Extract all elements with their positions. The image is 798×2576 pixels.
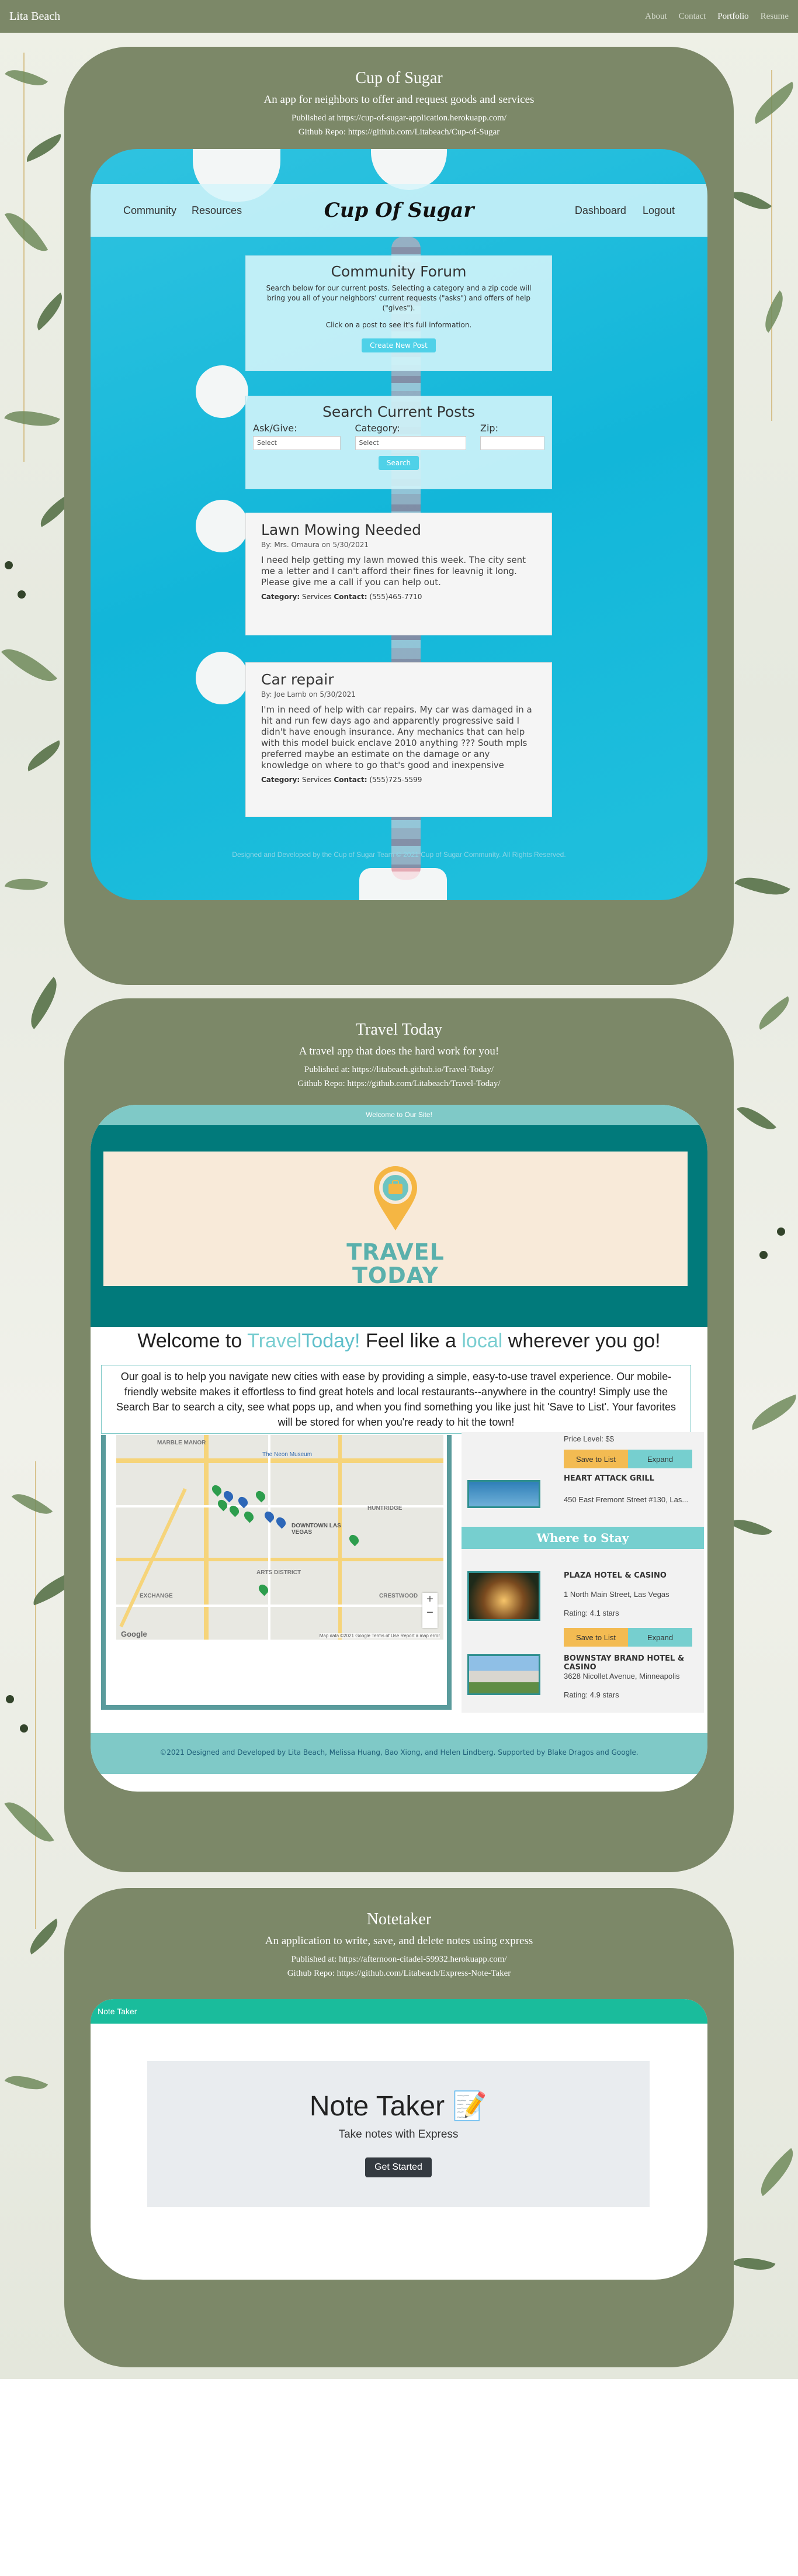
hotel-image	[467, 1654, 540, 1695]
tt-welcome-bar: Welcome to Our Site!	[91, 1105, 707, 1125]
hotel-result: PLAZA HOTEL & CASINO 1 North Main Street…	[462, 1555, 704, 1660]
cos-nav-community[interactable]: Community	[123, 205, 176, 217]
price-level: Price Level: $$	[564, 1434, 614, 1443]
map-zoom-controls: + −	[422, 1593, 438, 1628]
results-panel: Price Level: $$ Save to List Expand HEAR…	[462, 1432, 704, 1713]
tt-footer: ©2021 Designed and Developed by Lita Bea…	[91, 1733, 707, 1774]
zoom-out-button[interactable]: −	[422, 1606, 438, 1620]
cos-nav-logout[interactable]: Logout	[643, 205, 675, 217]
create-post-button[interactable]: Create New Post	[362, 338, 436, 352]
cup-of-sugar-screenshot[interactable]: Community Resources Cup Of Sugar Dashboa…	[91, 149, 707, 900]
post-author: By: Mrs. Omaura on 5/30/2021	[261, 541, 369, 549]
hotel-rating: Rating: 4.1 stars	[564, 1609, 619, 1617]
map-pin-logo-icon	[374, 1166, 417, 1230]
search-title: Search Current Posts	[322, 403, 475, 420]
post-card[interactable]: Car repair By: Joe Lamb on 5/30/2021 I'm…	[245, 662, 552, 817]
search-posts-panel: Search Current Posts Ask/Give: Select Ca…	[245, 396, 552, 489]
project-subtitle: An application to write, save, and delet…	[265, 1935, 533, 1947]
project-repo-link[interactable]: Github Repo: https://github.com/Litabeac…	[64, 125, 734, 139]
project-repo-link[interactable]: Github Repo: https://github.com/Litabeac…	[64, 1966, 734, 1980]
teacup-image	[196, 365, 248, 418]
hotel-name: BOWNSTAY BRAND HOTEL & CASINO	[564, 1654, 685, 1672]
google-map[interactable]: MARBLE MANOR The Neon Museum HUNTRIDGE D…	[116, 1435, 443, 1640]
post-title: Lawn Mowing Needed	[261, 521, 421, 538]
hotel-rating: Rating: 4.9 stars	[564, 1690, 619, 1699]
project-subtitle: A travel app that does the hard work for…	[299, 1045, 499, 1057]
brand-name[interactable]: Lita Beach	[9, 10, 60, 23]
tt-welcome-heading: Welcome to TravelToday! Feel like a loca…	[137, 1330, 661, 1352]
community-forum-panel: Community Forum Search below for our cur…	[245, 255, 552, 371]
nt-navbar[interactable]: Note Taker	[91, 1999, 707, 2024]
nav-link-contact[interactable]: Contact	[679, 12, 706, 22]
hotel-image	[467, 1571, 540, 1621]
nav-link-portfolio[interactable]: Portfolio	[717, 12, 748, 22]
tt-logo-word1: TRAVEL	[346, 1239, 445, 1265]
nt-title: Note Taker 📝	[309, 2091, 488, 2122]
google-logo: Google	[121, 1630, 147, 1638]
nt-jumbotron: Note Taker 📝 Take notes with Express Get…	[147, 2061, 650, 2207]
project-repo-link[interactable]: Github Repo: https://github.com/Litabeac…	[64, 1077, 734, 1091]
top-navbar: Lita Beach About Contact Portfolio Resum…	[0, 0, 798, 33]
nav-link-about[interactable]: About	[645, 12, 667, 22]
project-subtitle: An app for neighbors to offer and reques…	[263, 94, 535, 106]
expand-button[interactable]: Expand	[628, 1450, 692, 1468]
project-title: Travel Today	[355, 1021, 443, 1039]
where-to-stay-header: Where to Stay	[462, 1527, 704, 1549]
travel-today-screenshot[interactable]: Welcome to Our Site! TRAVEL TODAY Welcom…	[91, 1105, 707, 1792]
hotel-address: 3628 Nicollet Avenue, Minneapolis	[564, 1672, 680, 1681]
forum-description: Search below for our current posts. Sele…	[266, 284, 532, 312]
post-card[interactable]: Lawn Mowing Needed By: Mrs. Omaura on 5/…	[245, 513, 552, 635]
tt-intro-text: Our goal is to help you navigate new cit…	[101, 1365, 691, 1434]
teacup-image	[196, 652, 248, 704]
nav-link-resume[interactable]: Resume	[761, 12, 789, 22]
save-to-list-button[interactable]: Save to List	[564, 1450, 628, 1468]
zoom-in-button[interactable]: +	[422, 1593, 438, 1606]
ask-give-label: Ask/Give:	[253, 423, 297, 434]
nt-lead: Take notes with Express	[338, 2128, 459, 2141]
restaurant-image	[467, 1480, 540, 1508]
post-body: I'm in need of help with car repairs. My…	[261, 704, 532, 770]
save-to-list-button[interactable]: Save to List	[564, 1628, 628, 1647]
expand-button[interactable]: Expand	[628, 1628, 692, 1647]
hotel-result: BOWNSTAY BRAND HOTEL & CASINO 3628 Nicol…	[462, 1654, 704, 1713]
project-published-link[interactable]: Published at https://cup-of-sugar-applic…	[64, 111, 734, 125]
post-meta: Category: Services Contact: (555)725-559…	[261, 776, 422, 784]
teacup-image	[196, 500, 248, 552]
post-body: I need help getting my lawn mowed this w…	[261, 555, 526, 587]
hotel-address: 1 North Main Street, Las Vegas	[564, 1590, 669, 1599]
tt-logo-word2: TODAY	[352, 1263, 439, 1288]
map-credits[interactable]: Map data ©2021 Google Terms of Use Repor…	[319, 1633, 440, 1638]
search-button[interactable]: Search	[378, 456, 419, 470]
cos-navbar: Community Resources Cup Of Sugar Dashboa…	[91, 184, 707, 237]
category-label: Category:	[355, 423, 400, 434]
get-started-button[interactable]: Get Started	[365, 2157, 432, 2177]
note-taker-screenshot[interactable]: Note Taker Note Taker 📝 Take notes with …	[91, 1999, 707, 2280]
tt-footer-text: ©2021 Designed and Developed by Lita Bea…	[159, 1748, 639, 1756]
ask-give-select[interactable]: Select	[253, 436, 341, 450]
forum-hint: Click on a post to see it's full informa…	[325, 321, 472, 329]
forum-title: Community Forum	[331, 263, 467, 280]
cos-footer: Designed and Developed by the Cup of Sug…	[232, 850, 566, 859]
map-container: MARBLE MANOR The Neon Museum HUNTRIDGE D…	[101, 1435, 452, 1710]
restaurant-name: HEART ATTACK GRILL	[564, 1474, 655, 1483]
restaurant-result: Price Level: $$ Save to List Expand HEAR…	[462, 1432, 704, 1537]
tt-banner: TRAVEL TODAY	[103, 1152, 688, 1288]
hotel-name: PLAZA HOTEL & CASINO	[564, 1571, 667, 1580]
post-author: By: Joe Lamb on 5/30/2021	[261, 690, 356, 699]
project-title: Cup of Sugar	[355, 69, 443, 87]
zip-input[interactable]	[480, 436, 544, 450]
post-title: Car repair	[261, 671, 334, 688]
zip-label: Zip:	[480, 423, 498, 434]
cos-nav-dashboard[interactable]: Dashboard	[575, 205, 626, 217]
project-published-link[interactable]: Published at: https://litabeach.github.i…	[64, 1063, 734, 1077]
project-title: Notetaker	[366, 1910, 432, 1928]
cos-nav-resources[interactable]: Resources	[192, 205, 242, 217]
category-select[interactable]: Select	[355, 436, 466, 450]
post-meta: Category: Services Contact: (555)465-771…	[261, 593, 422, 601]
project-published-link[interactable]: Published at: https://afternoon-citadel-…	[64, 1952, 734, 1966]
nav-links: About Contact Portfolio Resume	[645, 12, 789, 22]
restaurant-address: 450 East Fremont Street #130, Las...	[564, 1495, 689, 1504]
